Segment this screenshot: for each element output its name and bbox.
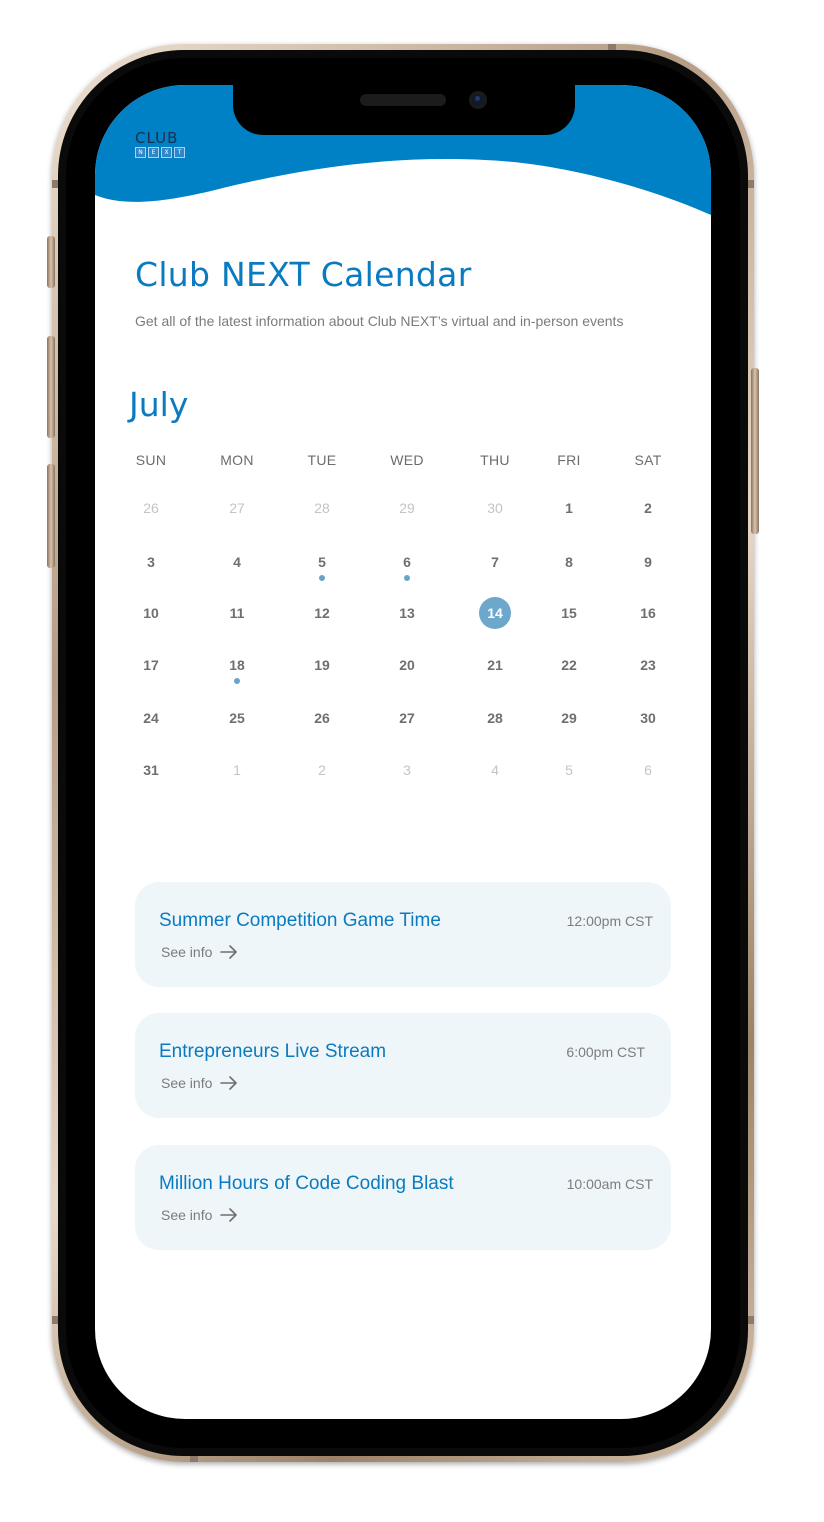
calendar-day[interactable]: 20 [387, 657, 427, 673]
weekday-header: WED [390, 452, 424, 468]
see-info-label: See info [161, 1075, 213, 1091]
calendar-day[interactable]: 3 [131, 554, 171, 570]
calendar-day[interactable]: 28 [475, 710, 515, 726]
arrow-right-icon [220, 1076, 238, 1090]
logo-letter: N [135, 147, 146, 158]
calendar-day[interactable]: 21 [475, 657, 515, 673]
calendar-day[interactable]: 6 [387, 554, 427, 570]
arrow-right-icon [220, 945, 238, 959]
calendar-day[interactable]: 25 [217, 710, 257, 726]
event-card[interactable]: Entrepreneurs Live Stream 6:00pm CST See… [135, 1013, 671, 1118]
see-info-link[interactable]: See info [161, 1075, 238, 1091]
event-indicator-dot [404, 575, 410, 581]
calendar-day[interactable]: 24 [131, 710, 171, 726]
weekday-header: TUE [307, 452, 337, 468]
volume-up-button [47, 336, 55, 438]
calendar-day[interactable]: 13 [387, 605, 427, 621]
calendar-day[interactable]: 17 [131, 657, 171, 673]
see-info-label: See info [161, 944, 213, 960]
see-info-link[interactable]: See info [161, 944, 238, 960]
calendar-day[interactable]: 26 [302, 710, 342, 726]
calendar-day[interactable]: 10 [131, 605, 171, 621]
logo-letter-boxes: N E X T [135, 147, 185, 158]
club-next-logo[interactable]: CLUB N E X T [135, 131, 185, 158]
calendar-day[interactable]: 9 [628, 554, 668, 570]
calendar-day[interactable]: 1 [549, 500, 589, 516]
calendar-day[interactable]: 4 [217, 554, 257, 570]
calendar-day[interactable]: 5 [549, 762, 589, 778]
event-title[interactable]: Million Hours of Code Coding Blast [159, 1173, 454, 1195]
calendar-day[interactable]: 22 [549, 657, 589, 673]
arrow-right-icon [220, 1208, 238, 1222]
weekday-header: SUN [135, 452, 167, 468]
calendar-day[interactable]: 4 [475, 762, 515, 778]
event-title[interactable]: Summer Competition Game Time [159, 910, 441, 932]
logo-letter: T [174, 147, 185, 158]
calendar-day[interactable]: 27 [387, 710, 427, 726]
weekday-header: FRI [557, 452, 581, 468]
calendar-day[interactable]: 19 [302, 657, 342, 673]
calendar-day[interactable]: 7 [475, 554, 515, 570]
calendar-day-selected[interactable]: 14 [475, 605, 515, 621]
calendar-day[interactable]: 12 [302, 605, 342, 621]
calendar-day[interactable]: 29 [549, 710, 589, 726]
logo-letter: X [161, 147, 172, 158]
calendar-day[interactable]: 16 [628, 605, 668, 621]
event-time: 6:00pm CST [566, 1044, 645, 1060]
calendar-day[interactable]: 18 [217, 657, 257, 673]
speaker-grille [360, 94, 446, 106]
weekday-header: MON [220, 452, 254, 468]
app-screen: CLUB N E X T Club NEXT Calendar Get all … [95, 85, 711, 1419]
calendar-day[interactable]: 2 [302, 762, 342, 778]
calendar-day[interactable]: 11 [217, 605, 257, 621]
event-card[interactable]: Summer Competition Game Time 12:00pm CST… [135, 882, 671, 987]
calendar-day[interactable]: 30 [475, 500, 515, 516]
calendar-day[interactable]: 31 [131, 762, 171, 778]
calendar-day[interactable]: 1 [217, 762, 257, 778]
calendar-day[interactable]: 30 [628, 710, 668, 726]
event-title[interactable]: Entrepreneurs Live Stream [159, 1041, 386, 1063]
front-camera [469, 91, 487, 109]
page-title: Club NEXT Calendar [135, 255, 472, 294]
event-time: 10:00am CST [566, 1176, 653, 1192]
calendar-day[interactable]: 27 [217, 500, 257, 516]
calendar-day[interactable]: 15 [549, 605, 589, 621]
event-time: 12:00pm CST [566, 913, 653, 929]
event-indicator-dot [319, 575, 325, 581]
logo-letter: E [148, 147, 159, 158]
phone-notch [233, 85, 575, 135]
calendar-day[interactable]: 5 [302, 554, 342, 570]
page-subtitle: Get all of the latest information about … [135, 313, 624, 329]
calendar-month-label: July [129, 385, 189, 424]
calendar-day[interactable]: 3 [387, 762, 427, 778]
calendar-day[interactable]: 6 [628, 762, 668, 778]
weekday-header: THU [480, 452, 510, 468]
calendar-day[interactable]: 2 [628, 500, 668, 516]
see-info-link[interactable]: See info [161, 1207, 238, 1223]
event-card[interactable]: Million Hours of Code Coding Blast 10:00… [135, 1145, 671, 1250]
calendar-day[interactable]: 26 [131, 500, 171, 516]
weekday-header: SAT [634, 452, 662, 468]
logo-text: CLUB [135, 129, 179, 147]
calendar-day[interactable]: 28 [302, 500, 342, 516]
see-info-label: See info [161, 1207, 213, 1223]
mute-switch [47, 236, 55, 288]
event-indicator-dot [234, 678, 240, 684]
volume-down-button [47, 464, 55, 568]
calendar-day[interactable]: 8 [549, 554, 589, 570]
calendar-day[interactable]: 29 [387, 500, 427, 516]
power-button [751, 368, 759, 534]
calendar-day[interactable]: 23 [628, 657, 668, 673]
